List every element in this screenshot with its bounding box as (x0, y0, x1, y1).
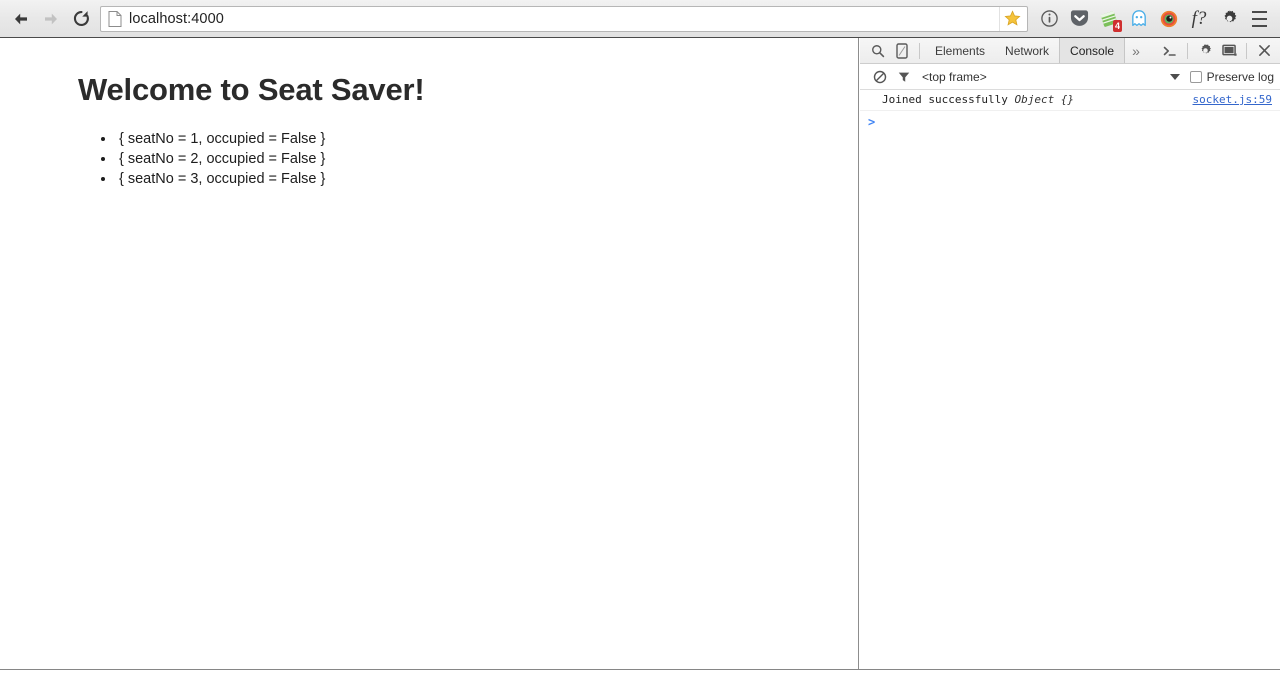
devtools-panel: Elements Network Console » <top frame> P… (860, 38, 1280, 669)
gear-icon[interactable] (1214, 4, 1244, 34)
forward-button[interactable] (36, 4, 66, 34)
list-item: { seatNo = 3, occupied = False } (116, 169, 859, 189)
evernote-icon[interactable]: 4 (1094, 4, 1124, 34)
console-source-link[interactable]: socket.js:59 (1193, 93, 1272, 107)
search-icon[interactable] (866, 39, 890, 63)
reload-button[interactable] (66, 4, 96, 34)
bookmark-star-icon[interactable] (999, 6, 1025, 31)
console-drawer-icon[interactable] (1158, 39, 1182, 63)
list-item: { seatNo = 2, occupied = False } (116, 149, 859, 169)
menu-icon[interactable] (1244, 4, 1274, 34)
console-prompt-row[interactable]: > (860, 111, 1280, 132)
more-tabs-icon[interactable]: » (1125, 38, 1147, 63)
page-viewport: Welcome to Seat Saver! { seatNo = 1, occ… (0, 38, 859, 669)
preserve-log-checkbox[interactable] (1189, 70, 1202, 83)
fq-icon[interactable]: f? (1184, 4, 1214, 34)
console-message-body: Joined successfully (882, 93, 1015, 106)
tab-elements[interactable]: Elements (925, 38, 995, 63)
console-message-object: Object {} (1014, 93, 1075, 106)
filter-icon[interactable] (892, 65, 916, 89)
clear-console-icon[interactable] (868, 65, 892, 89)
devtools-toolbar: Elements Network Console » (860, 38, 1280, 64)
page-document-icon (108, 10, 122, 27)
seat-list: { seatNo = 1, occupied = False } { seatN… (78, 129, 859, 189)
console-filter-bar: <top frame> Preserve log (860, 64, 1280, 90)
console-output[interactable]: Joined successfully Object {} socket.js:… (860, 90, 1280, 669)
preserve-log-toggle[interactable]: Preserve log (1189, 69, 1274, 84)
address-bar[interactable]: localhost:4000 (100, 5, 1028, 32)
page-content: Welcome to Seat Saver! { seatNo = 1, occ… (0, 38, 859, 189)
device-toolbar-icon[interactable] (890, 39, 914, 63)
console-message-text: Joined successfully Object {} (882, 93, 1074, 107)
page-title: Welcome to Seat Saver! (78, 72, 425, 107)
list-item: { seatNo = 1, occupied = False } (116, 129, 859, 149)
toolbar-separator (1246, 42, 1247, 59)
ghostery-icon[interactable] (1124, 4, 1154, 34)
devtools-gear-icon[interactable] (1193, 39, 1217, 63)
dock-side-icon[interactable] (1217, 39, 1241, 63)
chevron-down-icon[interactable] (1169, 73, 1180, 80)
execution-context-selector[interactable]: <top frame> (922, 70, 987, 84)
close-icon[interactable] (1252, 39, 1276, 63)
panel-divider[interactable] (858, 38, 859, 669)
evernote-badge-count: 4 (1112, 19, 1122, 32)
tab-console[interactable]: Console (1059, 38, 1126, 63)
extension-circle-icon[interactable] (1154, 4, 1184, 34)
url-text: localhost:4000 (129, 10, 224, 27)
tab-network[interactable]: Network (995, 38, 1059, 63)
toolbar-separator (1187, 42, 1188, 59)
fq-icon-glyph: f? (1191, 7, 1207, 29)
toolbar-separator (919, 42, 920, 59)
pocket-icon[interactable] (1064, 4, 1094, 34)
back-button[interactable] (6, 4, 36, 34)
browser-toolbar: localhost:4000 4 f? (0, 0, 1280, 38)
window-bottom-edge (0, 669, 1280, 673)
console-message-row[interactable]: Joined successfully Object {} socket.js:… (860, 90, 1280, 111)
page-info-icon[interactable] (1034, 4, 1064, 34)
preserve-log-label: Preserve log (1206, 69, 1274, 84)
console-prompt-caret: > (868, 115, 876, 129)
